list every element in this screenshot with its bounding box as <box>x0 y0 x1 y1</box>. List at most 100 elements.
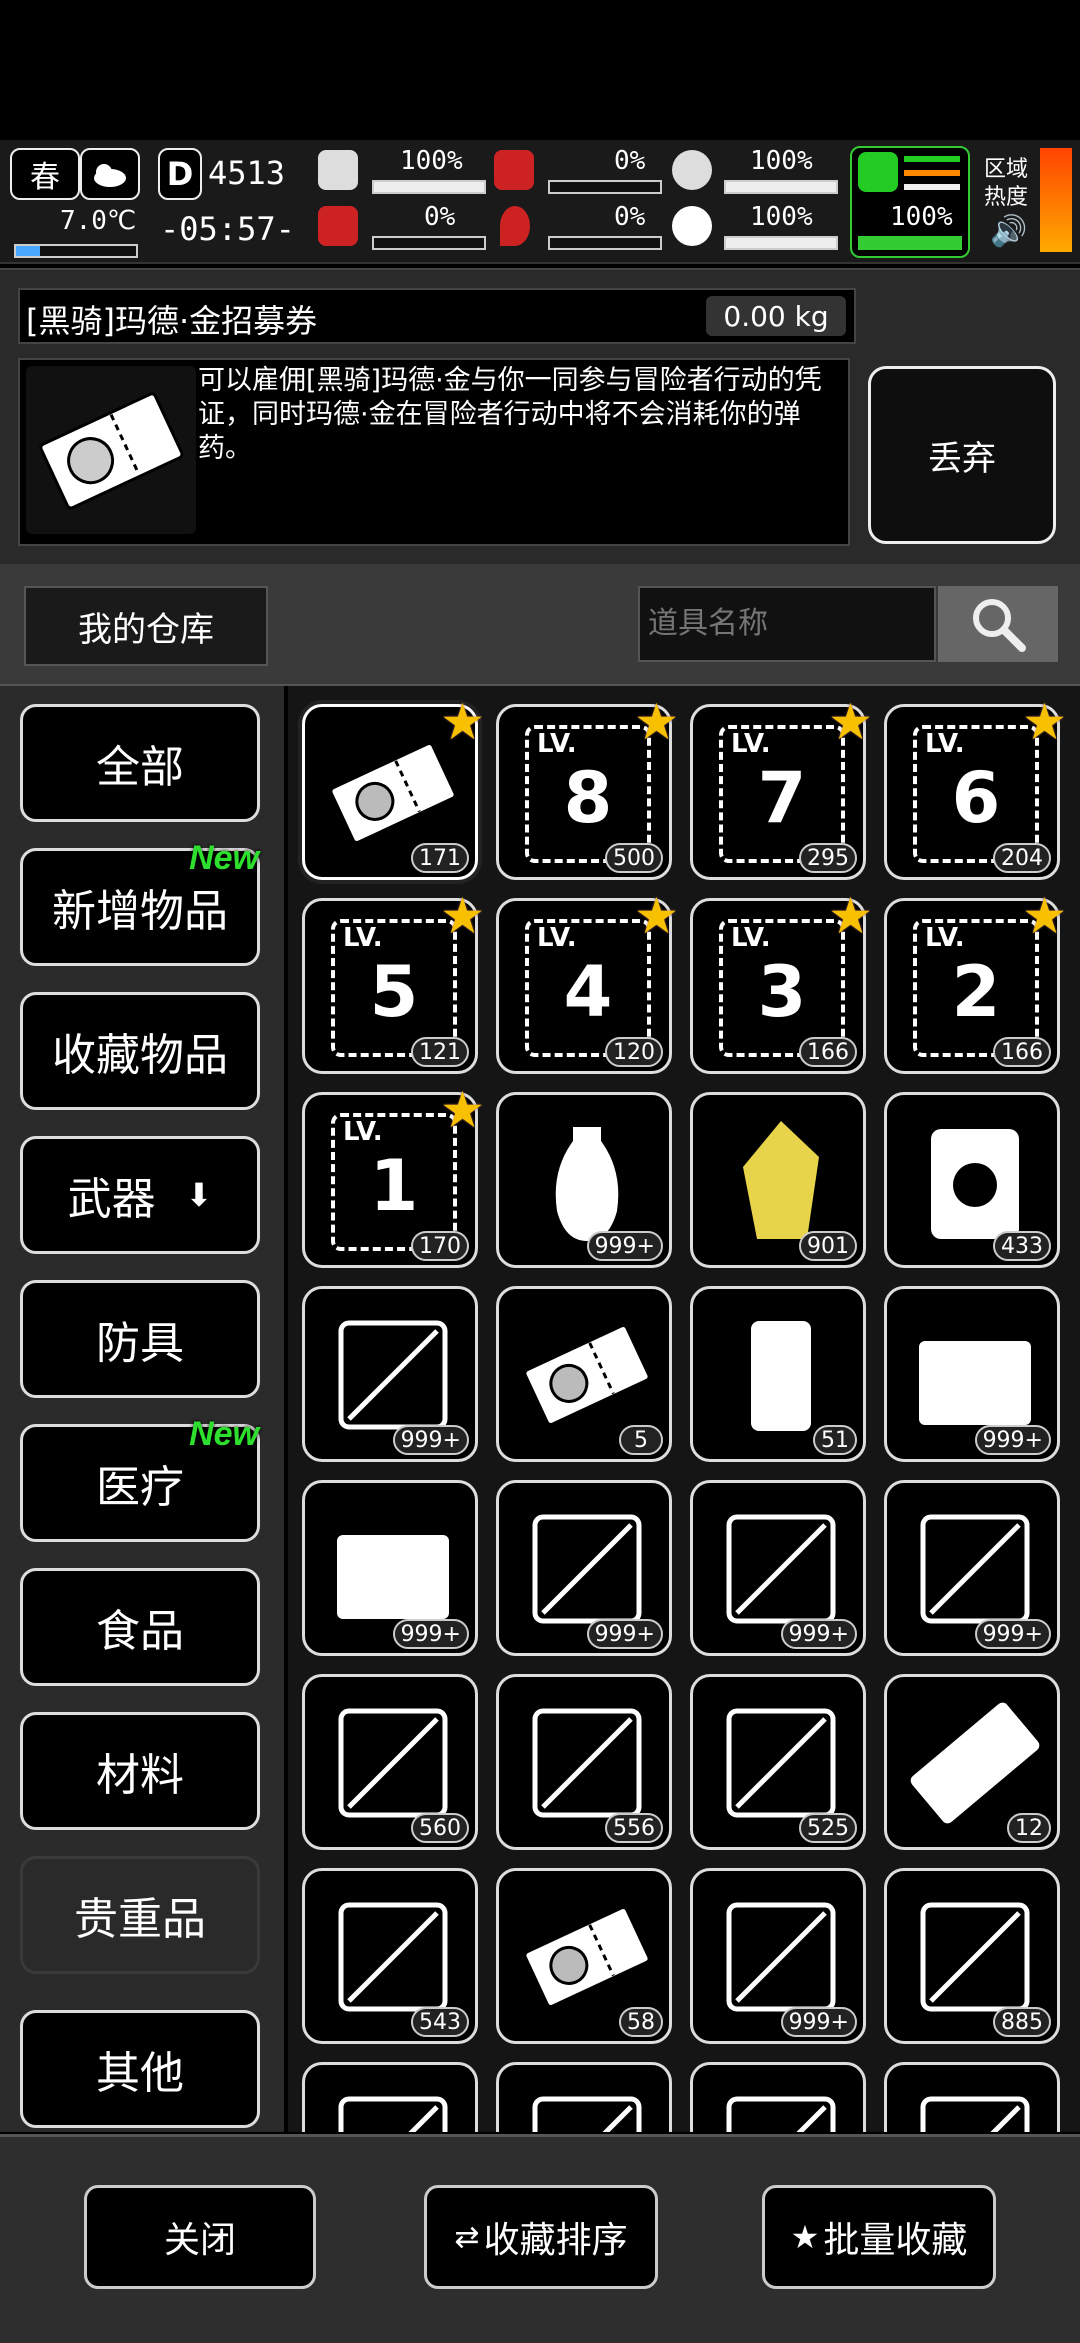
bleeding-pct: 0% <box>614 202 646 232</box>
item-count: 543 <box>411 2007 469 2037</box>
item-slot[interactable]: 999+ <box>690 1480 866 1656</box>
armor-bar <box>724 180 838 194</box>
item-count: 204 <box>993 843 1051 873</box>
item-slot[interactable]: LV. 3 ★ 166 <box>690 887 873 1074</box>
category-label: 收藏物品 <box>52 1030 228 1081</box>
favorite-sort-button[interactable]: ⇄ 收藏排序 <box>424 2185 658 2289</box>
item-slot[interactable]: 999+ <box>496 1092 672 1268</box>
stamina-line-2 <box>904 170 960 176</box>
item-count: 500 <box>605 843 663 873</box>
category-food[interactable]: 食品 <box>20 1568 260 1686</box>
favorite-star-icon: ★ <box>634 693 679 751</box>
item-slot[interactable]: 433 <box>884 1092 1060 1268</box>
item-slot[interactable]: ★ 171 <box>302 693 485 880</box>
bottom-action-bar: 关闭 ⇄ 收藏排序 ★ 批量收藏 <box>0 2134 1080 2343</box>
item-count: 166 <box>799 1037 857 1067</box>
level-number: 3 <box>757 951 807 1033</box>
item-count: 58 <box>619 2007 663 2037</box>
item-slot[interactable]: LV. 5 ★ 121 <box>302 887 485 1074</box>
category-valuables[interactable]: 贵重品 <box>20 1856 260 1974</box>
category-favorites[interactable]: 收藏物品 <box>20 992 260 1110</box>
stamina-pct: 100% <box>890 202 953 232</box>
item-slot[interactable] <box>302 2062 478 2132</box>
temperature-readout: 7.0℃ <box>60 206 137 236</box>
level-prefix: LV. <box>731 729 771 759</box>
item-name-bar: [黑骑]玛德·金招募券 0.00 kg <box>18 288 856 344</box>
item-slot[interactable]: 58 <box>496 1868 672 2044</box>
level-number: 2 <box>951 951 1001 1033</box>
item-slot[interactable]: LV. 6 ★ 204 <box>884 693 1067 880</box>
item-slot[interactable]: 560 <box>302 1674 478 1850</box>
item-slot[interactable]: LV. 2 ★ 166 <box>884 887 1067 1074</box>
item-slot[interactable] <box>690 2062 866 2132</box>
favorite-star-icon: ★ <box>1022 887 1067 945</box>
item-slot[interactable]: 999+ <box>302 1286 478 1462</box>
search-input[interactable] <box>638 586 936 662</box>
recruit-ticket-icon <box>26 366 196 534</box>
category-label: 新增物品 <box>52 886 228 937</box>
heart-icon <box>672 206 712 246</box>
item-count: 999+ <box>974 1425 1051 1455</box>
item-slot[interactable]: LV. 1 ★ 170 <box>302 1081 485 1268</box>
category-label: 食品 <box>96 1606 184 1657</box>
item-count: 999+ <box>392 1425 469 1455</box>
item-slot[interactable]: 885 <box>884 1868 1060 2044</box>
item-slot[interactable]: 525 <box>690 1674 866 1850</box>
favorite-star-icon: ★ <box>828 887 873 945</box>
speaker-icon[interactable]: 🔊 <box>990 214 1027 249</box>
item-description: 可以雇佣[黑骑]玛德·金与你一同参与冒险者行动的凭证，同时玛德·金在冒险者行动中… <box>198 365 822 464</box>
item-slot[interactable]: LV. 7 ★ 295 <box>690 693 873 880</box>
item-slot[interactable]: 999+ <box>884 1286 1060 1462</box>
boot-icon <box>858 152 898 192</box>
warehouse-tab[interactable]: 我的仓库 <box>24 586 268 666</box>
item-slot[interactable]: 999+ <box>302 1480 478 1656</box>
category-weapons[interactable]: 武器 ⬇ <box>20 1136 260 1254</box>
item-weight: 0.00 kg <box>706 296 846 336</box>
item-slot[interactable]: 999+ <box>496 1480 672 1656</box>
item-count: 999+ <box>586 1619 663 1649</box>
item-slot[interactable]: 901 <box>690 1092 866 1268</box>
item-slot[interactable]: 999+ <box>690 1868 866 2044</box>
batch-favorite-button[interactable]: ★ 批量收藏 <box>762 2185 996 2289</box>
category-armor[interactable]: 防具 <box>20 1280 260 1398</box>
item-slot[interactable]: 556 <box>496 1674 672 1850</box>
search-button[interactable] <box>938 586 1058 662</box>
category-medical[interactable]: 医疗 New <box>20 1415 260 1542</box>
item-count: 999+ <box>392 1619 469 1649</box>
item-description-box: 可以雇佣[黑骑]玛德·金与你一同参与冒险者行动的凭证，同时玛德·金在冒险者行动中… <box>18 358 850 546</box>
category-new-items[interactable]: 新增物品 New <box>20 839 260 966</box>
item-slot[interactable]: 999+ <box>884 1480 1060 1656</box>
game-clock: -05:57- <box>160 210 295 248</box>
item-count: 5 <box>619 1425 663 1455</box>
item-slot[interactable]: 12 <box>884 1674 1060 1850</box>
item-slot[interactable]: 543 <box>302 1868 478 2044</box>
stomach-icon <box>494 150 534 190</box>
favorite-star-icon: ★ <box>634 887 679 945</box>
item-count: 166 <box>993 1037 1051 1067</box>
level-prefix: LV. <box>343 1117 383 1147</box>
category-all[interactable]: 全部 <box>20 704 260 822</box>
category-materials[interactable]: 材料 <box>20 1712 260 1830</box>
item-detail-panel: [黑骑]玛德·金招募券 0.00 kg 可以雇佣[黑骑]玛德·金与你一同参与冒险… <box>0 268 1080 566</box>
status-bar: 春 7.0℃ D 4513 -05:57- 100% 0% 0% 0% 100%… <box>0 140 1080 264</box>
level-number: 5 <box>369 951 419 1033</box>
sort-label: 收藏排序 <box>483 2220 628 2261</box>
search-icon <box>973 599 1026 652</box>
hunger-bar <box>548 180 662 194</box>
item-slot[interactable] <box>884 2062 1060 2132</box>
level-prefix: LV. <box>343 923 383 953</box>
item-slot[interactable]: LV. 4 ★ 120 <box>496 887 679 1074</box>
item-slot[interactable]: LV. 8 ★ 500 <box>496 693 679 880</box>
blood-drop-icon <box>500 206 530 246</box>
stamina-line-3 <box>904 184 960 190</box>
item-slot[interactable]: 51 <box>690 1286 866 1462</box>
close-button[interactable]: 关闭 <box>84 2185 316 2289</box>
item-slot[interactable] <box>496 2062 672 2132</box>
star-icon: ★ <box>790 2218 820 2256</box>
discard-button[interactable]: 丢弃 <box>868 366 1056 544</box>
region-heat-label: 区域热度 <box>984 157 1029 210</box>
day-icon: D <box>158 148 202 200</box>
hunger-pct: 0% <box>614 146 646 176</box>
category-other[interactable]: 其他 <box>20 2010 260 2128</box>
item-slot[interactable]: 5 <box>496 1286 672 1462</box>
